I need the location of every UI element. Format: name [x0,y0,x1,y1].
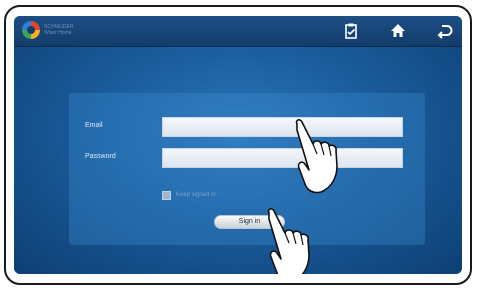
app-screen: SCHNEIDER Wiser Home Email Password Keep… [14,16,462,274]
email-label: Email [85,122,103,129]
brand-line-2: Wiser Home [44,30,72,36]
app-logo-icon [22,21,40,39]
password-field[interactable] [162,148,403,168]
brand-text: SCHNEIDER Wiser Home [44,24,73,36]
back-icon[interactable] [434,21,454,41]
keep-signed-in-label: Keep signed in [176,192,216,198]
password-label: Password [85,153,116,160]
email-field[interactable] [162,117,403,137]
top-bar: SCHNEIDER Wiser Home [14,16,462,47]
keep-signed-in-checkbox[interactable] [162,191,171,200]
home-icon[interactable] [388,21,408,41]
clipboard-icon[interactable] [341,21,361,41]
login-panel: Email Password Keep signed in Sign in [69,93,425,245]
device-frame: SCHNEIDER Wiser Home Email Password Keep… [4,5,472,285]
sign-in-button[interactable]: Sign in [214,215,285,229]
